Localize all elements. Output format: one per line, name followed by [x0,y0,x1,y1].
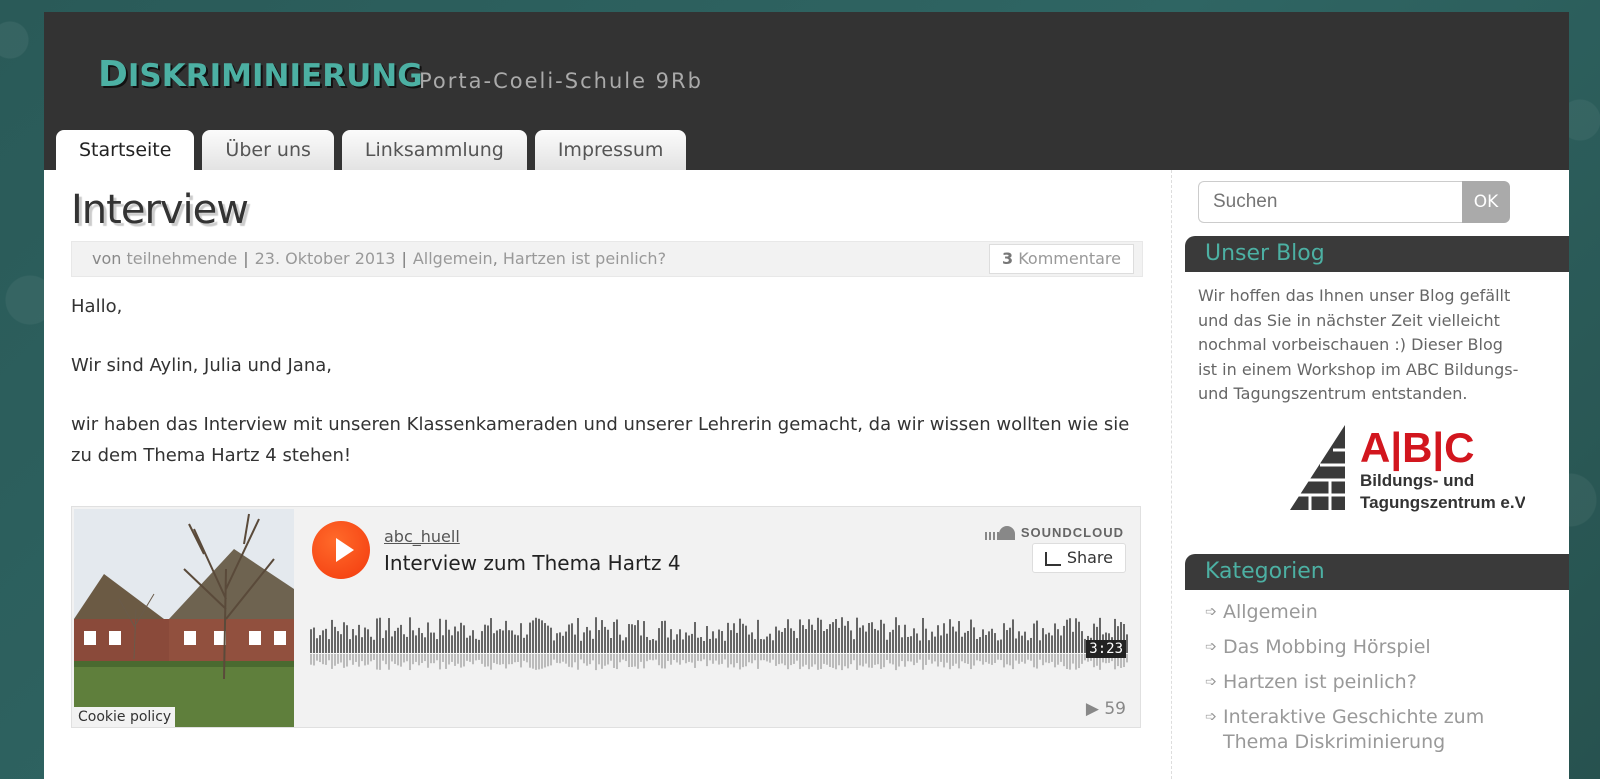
soundcloud-logo[interactable]: SOUNDCLOUD [984,525,1124,540]
search-button[interactable]: OK [1462,181,1510,223]
category-label: Hartzen ist peinlich? [1223,671,1417,693]
nav-tab-impressum[interactable]: Impressum [534,130,687,170]
category-item[interactable]: ➩ Interaktive Geschichte zum Thema Diskri… [1205,705,1523,755]
comments-count: 3 [1001,249,1014,268]
search-input[interactable] [1198,181,1462,223]
waveform[interactable] [310,613,1130,677]
page-wrapper: DISKRIMINIERUNG Porta-Coeli-Schule 9Rb S… [44,12,1569,779]
site-header: DISKRIMINIERUNG Porta-Coeli-Schule 9Rb S… [44,12,1569,170]
site-title[interactable]: DISKRIMINIERUNG [98,54,423,95]
play-count: ▶ 59 [1086,699,1126,719]
play-icon[interactable] [312,521,370,579]
soundcloud-player: Cookie policy abc_huell Interview zum Th… [71,506,1141,728]
arrow-right-icon: ➩ [1205,674,1217,690]
category-item[interactable]: ➩ Allgemein [1205,600,1523,625]
cookie-policy-link[interactable]: Cookie policy [74,707,176,727]
category-label: Das Mobbing Hörspiel [1223,636,1431,658]
category-item[interactable]: ➩ Das Mobbing Hörspiel [1205,635,1523,660]
meta-category-allgemein[interactable]: Allgemein [413,249,493,268]
abc-logo-letters: A|B|C [1360,424,1475,472]
category-item[interactable]: ➩ Hartzen ist peinlich? [1205,670,1523,695]
main-content: Interview von teilnehmende | 23. Oktober 2… [71,182,1143,728]
abc-logo[interactable]: A|B|C Bildungs- und Tagungszentrum e.V. [1285,420,1525,520]
site-title-initial: D [98,54,128,95]
track-artwork[interactable]: Cookie policy [74,509,294,727]
post-body: Hallo, Wir sind Aylin, Julia und Jana, w… [71,291,1143,471]
share-button[interactable]: Share [1031,543,1126,573]
play-count-value: 59 [1104,699,1126,719]
arrow-right-icon: ➩ [1205,639,1217,655]
soundcloud-brand: SOUNDCLOUD [1020,525,1124,540]
site-title-rest: ISKRIMINIERUNG [127,58,423,94]
meta-category-hartzen[interactable]: Hartzen ist peinlich? [503,249,666,268]
arrow-right-icon: ➩ [1205,709,1217,725]
post-paragraph: Hallo, [71,296,123,317]
abc-logo-line1: Bildungs- und [1360,471,1474,490]
widget-title-blog: Unser Blog [1185,236,1569,272]
arrow-right-icon: ➩ [1205,604,1217,620]
search-form: OK [1198,181,1510,223]
farmhouse-image [74,509,294,727]
post-meta: von teilnehmende | 23. Oktober 2013 | Allgem… [71,241,1143,277]
main-nav: Startseite Über uns Linksammlung Impress… [56,130,687,170]
soundcloud-track-title[interactable]: Interview zum Thema Hartz 4 [384,551,681,575]
soundcloud-icon [984,525,1015,540]
share-icon [1044,551,1061,566]
meta-by-label: von [92,249,122,268]
widget-title-kategorien: Kategorien [1185,554,1569,590]
share-label: Share [1066,548,1113,567]
nav-tab-ueber-uns[interactable]: Über uns [202,130,334,170]
meta-author-link[interactable]: teilnehmende [127,249,238,268]
play-count-icon: ▶ [1085,699,1099,719]
post-paragraph: wir haben das Interview mit unseren Klas… [71,414,1130,466]
post-paragraph: Wir sind Aylin, Julia und Jana, [71,355,332,376]
category-list: ➩ Allgemein ➩ Das Mobbing Hörspiel ➩ Hartze… [1205,600,1523,765]
column-divider [1171,170,1172,779]
post-title[interactable]: Interview [71,187,1143,233]
blog-description: Wir hoffen das Ihnen unser Blog gefällt … [1198,286,1519,403]
meta-date-link[interactable]: 23. Oktober 2013 [255,249,396,268]
track-duration: 3:23 [1086,640,1126,658]
category-label: Interaktive Geschichte zum Thema Diskrim… [1223,706,1485,753]
nav-tab-startseite[interactable]: Startseite [56,130,195,170]
nav-tab-linksammlung[interactable]: Linksammlung [341,130,527,170]
comments-link[interactable]: 3 Kommentare [988,244,1134,274]
site-description: Porta-Coeli-Schule 9Rb [419,69,703,93]
comments-label: Kommentare [1018,249,1121,268]
category-label: Allgemein [1223,601,1318,623]
abc-logo-line2: Tagungszentrum e.V. [1360,493,1525,512]
soundcloud-username[interactable]: abc_huell [384,527,460,546]
